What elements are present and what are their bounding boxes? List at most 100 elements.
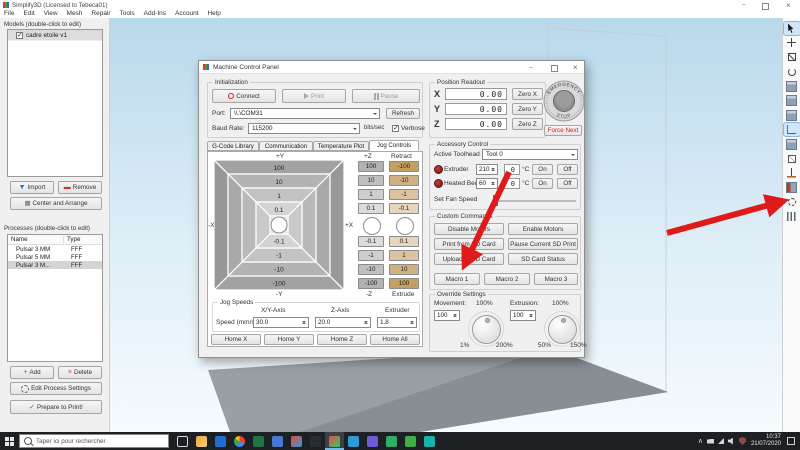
transfer-app-taskbar-button[interactable] [363, 432, 382, 450]
jog-z-button[interactable]: 1 [358, 189, 384, 200]
zero-x-button[interactable]: Zero X [512, 88, 543, 100]
chrome-taskbar-button[interactable] [230, 432, 249, 450]
mail-taskbar-button[interactable] [211, 432, 230, 450]
start-button[interactable] [0, 432, 19, 450]
disable-motors-button[interactable]: Disable Motors [434, 223, 504, 235]
home-x-button[interactable]: Home X [211, 334, 261, 345]
translate-tool-icon[interactable] [784, 36, 800, 49]
tab-temperature-plot[interactable]: Temperature Plot [313, 141, 369, 151]
process-row-selected[interactable]: Pulsar 3 M... FFF [8, 261, 102, 269]
support-structures-icon[interactable] [784, 210, 800, 223]
sd-card-status-button[interactable]: SD Card Status [508, 253, 578, 265]
jog-z-button[interactable]: 100 [358, 161, 384, 172]
fan-speed-slider-handle[interactable] [493, 195, 498, 206]
machine-cube-icon[interactable] [784, 181, 800, 194]
account-app-taskbar-button[interactable] [268, 432, 287, 450]
home-all-button[interactable]: Home All [370, 334, 420, 345]
tab-gcode-library[interactable]: G-Code Library [207, 141, 259, 151]
print-button[interactable]: Print [282, 89, 346, 103]
z-speed-spinner[interactable]: 20.0 [315, 317, 371, 328]
diamond-app-taskbar-button[interactable] [401, 432, 420, 450]
select-tool-icon[interactable] [784, 22, 800, 35]
view-cube-2-icon[interactable] [784, 94, 800, 107]
xy-speed-spinner[interactable]: 30.0 [253, 317, 309, 328]
delete-process-button[interactable]: × Delete [58, 366, 102, 379]
jog-e-button[interactable]: -10 [389, 175, 419, 186]
fan-speed-slider-track[interactable] [492, 200, 576, 202]
view-cube-1-icon[interactable] [784, 80, 800, 93]
home-y-button[interactable]: Home Y [264, 334, 314, 345]
port-combobox[interactable]: \\.\COM31 [230, 108, 380, 119]
coordinate-axes-icon[interactable] [784, 123, 800, 136]
zero-z-button[interactable]: Zero Z [512, 118, 543, 130]
import-button[interactable]: ▼ Import [10, 181, 54, 194]
refresh-button[interactable]: Refresh [386, 108, 420, 119]
jog-z-center[interactable] [363, 217, 381, 235]
menu-repair[interactable]: Repair [91, 10, 110, 17]
processes-col-type[interactable]: Type [64, 236, 80, 243]
dialog-maximize-button[interactable] [551, 65, 558, 72]
model-list-item[interactable]: cadre etoile v1 [8, 30, 102, 41]
tray-volume-icon[interactable] [728, 438, 735, 445]
jog-z-button[interactable]: -10 [358, 264, 384, 275]
process-row[interactable]: Pulsar 3 MM FFF [8, 245, 102, 253]
connect-button[interactable]: Connect [212, 89, 276, 103]
jog-e-center[interactable] [396, 217, 414, 235]
heated-bed-on-button[interactable]: On [532, 178, 553, 189]
movement-spinner[interactable]: 100 [434, 310, 460, 321]
app-maximize-button[interactable] [762, 3, 769, 10]
macro-1-button[interactable]: Macro 1 [434, 273, 480, 285]
infinity-app-taskbar-button[interactable] [420, 432, 439, 450]
jog-z-button[interactable]: -100 [358, 278, 384, 289]
jog-e-button[interactable]: 1 [389, 250, 419, 261]
zero-y-button[interactable]: Zero Y [512, 103, 543, 115]
menu-help[interactable]: Help [207, 10, 220, 17]
upload-to-sd-button[interactable]: Upload to SD Card [434, 253, 504, 265]
prepare-to-print-button[interactable]: ✓ Prepare to Print! [10, 400, 102, 414]
wireframe-cube-icon[interactable] [784, 152, 800, 165]
jog-e-button[interactable]: -100 [389, 161, 419, 172]
extruder-speed-spinner[interactable]: 1.8 [377, 317, 417, 328]
active-toolhead-combobox[interactable]: Tool 0 [482, 149, 578, 160]
menu-tools[interactable]: Tools [120, 10, 135, 17]
menu-file[interactable]: File [4, 10, 14, 17]
verbose-checkbox[interactable] [392, 125, 399, 132]
rotate-tool-icon[interactable] [784, 65, 800, 78]
blue-app-taskbar-button[interactable] [344, 432, 363, 450]
model-checkbox[interactable] [16, 32, 23, 39]
jog-e-button[interactable]: -0.1 [389, 203, 419, 214]
explorer-taskbar-button[interactable] [192, 432, 211, 450]
simplify3d-taskbar-button[interactable] [325, 432, 344, 450]
jog-z-button[interactable]: 10 [358, 175, 384, 186]
taskbar-search-box[interactable]: Taper ici pour rechercher [19, 434, 169, 448]
tray-clock[interactable]: 10:37 21/07/2020 [751, 434, 781, 448]
tray-shield-icon[interactable] [739, 437, 746, 445]
settings-gear-icon[interactable] [784, 196, 800, 209]
macro-2-button[interactable]: Macro 2 [484, 273, 530, 285]
pause-button[interactable]: Pause [352, 89, 420, 103]
photos-app-taskbar-button[interactable] [287, 432, 306, 450]
extruder-on-button[interactable]: On [532, 164, 553, 175]
home-z-button[interactable]: Home Z [317, 334, 367, 345]
remove-button[interactable]: ▬ Remove [58, 181, 102, 194]
app-close-button[interactable]: × [786, 1, 791, 10]
print-from-sd-button[interactable]: Print from SD Card [434, 238, 504, 250]
tab-jog-controls[interactable]: Jog Controls [369, 140, 419, 151]
process-row[interactable]: Pulsar 5 MM FFF [8, 253, 102, 261]
jog-e-button[interactable]: -1 [389, 189, 419, 200]
jog-e-button[interactable]: 10 [389, 264, 419, 275]
macro-3-button[interactable]: Macro 3 [534, 273, 578, 285]
jog-z-button[interactable]: 0.1 [358, 203, 384, 214]
add-process-button[interactable]: + Add [10, 366, 54, 379]
extrusion-knob[interactable] [548, 315, 577, 344]
processes-list[interactable]: Name Type Pulsar 3 MM FFF Pulsar 5 MM FF… [7, 234, 103, 362]
jog-e-button[interactable]: 100 [389, 278, 419, 289]
emergency-stop-button[interactable]: EMERGENCY STOP [542, 79, 586, 123]
menu-account[interactable]: Account [175, 10, 199, 17]
processes-col-name[interactable]: Name [8, 236, 64, 243]
enable-motors-button[interactable]: Enable Motors [508, 223, 578, 235]
extruder-setpoint-spinner[interactable]: 210 [476, 164, 498, 175]
dialog-titlebar[interactable]: Machine Control Panel – × [199, 61, 584, 74]
menu-addins[interactable]: Add-Ins [144, 10, 166, 17]
view-cube-3-icon[interactable] [784, 109, 800, 122]
